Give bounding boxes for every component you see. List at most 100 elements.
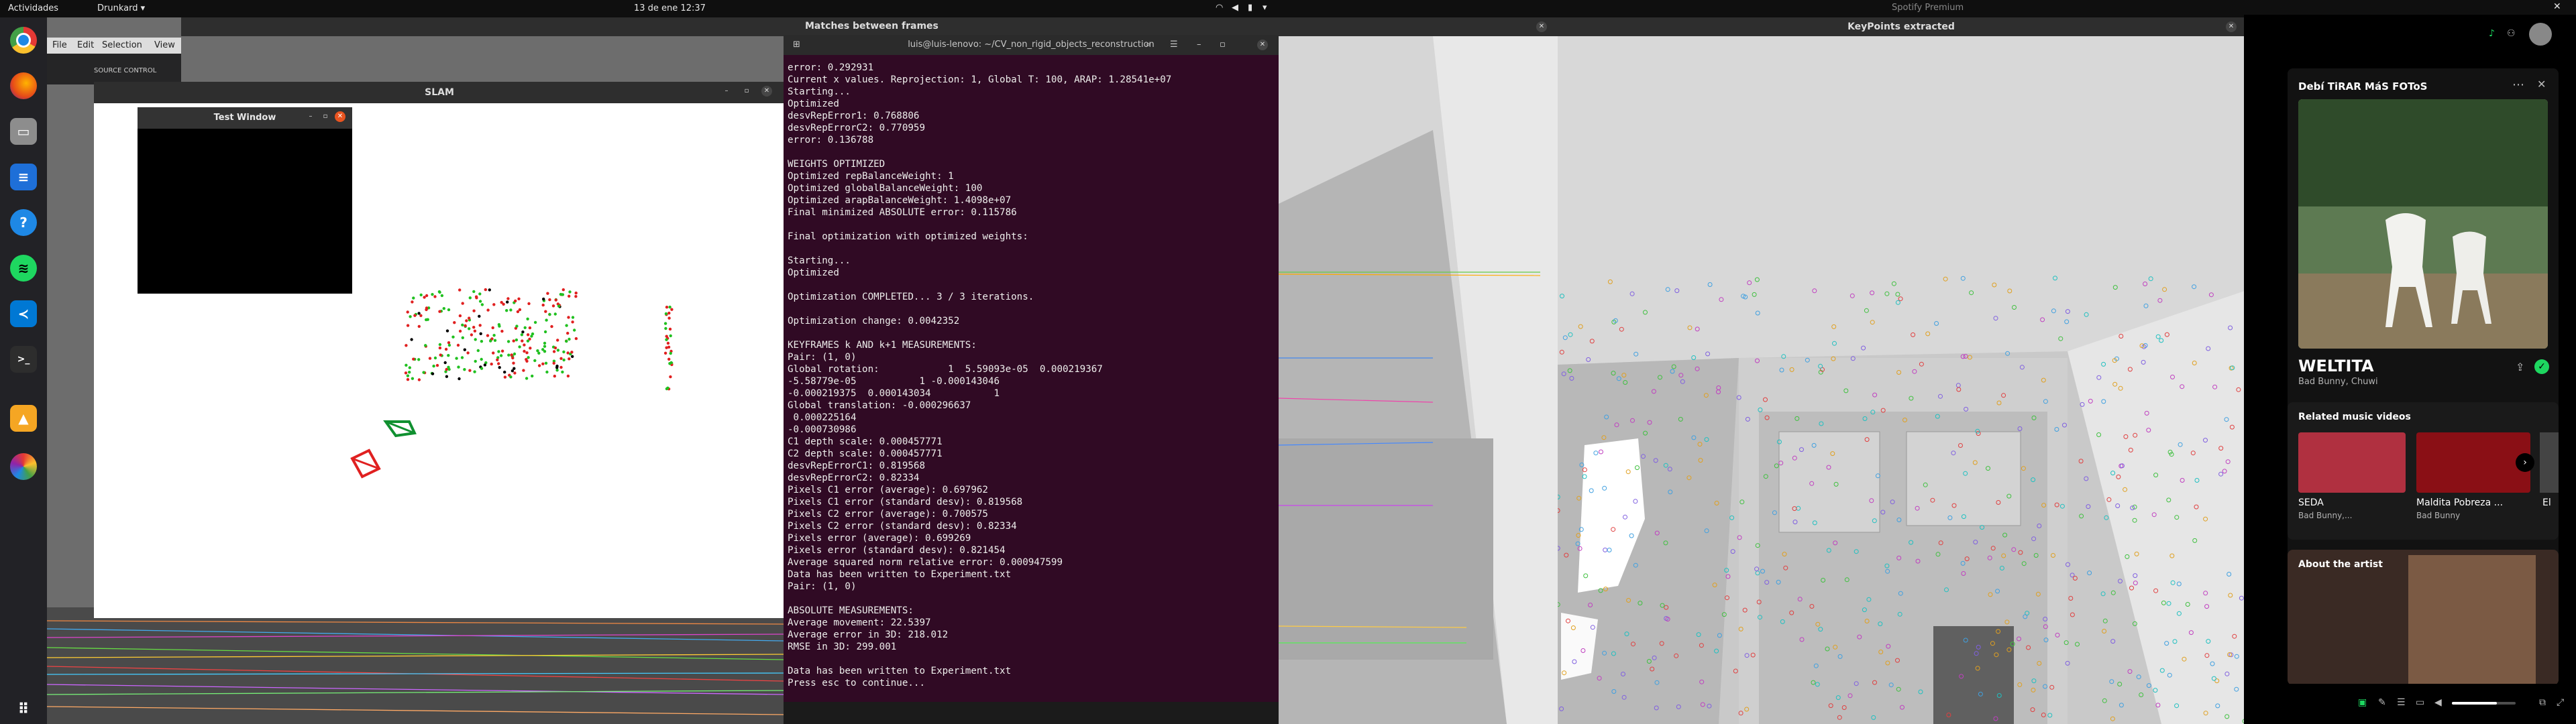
menu-view[interactable]: View — [154, 40, 175, 50]
point-cloud-point — [663, 351, 667, 355]
terminal-window[interactable]: ⊞ luis@luis-lenovo: ~/CV_non_rigid_objec… — [784, 35, 1279, 702]
close-icon[interactable]: ✕ — [1536, 21, 1547, 32]
video-artist-2: Bad Bunny — [2416, 511, 2461, 520]
activities-button[interactable]: Actividades — [8, 3, 58, 13]
chevron-down-icon[interactable]: ▾ — [1263, 3, 1267, 13]
point-cloud-point — [463, 368, 466, 371]
chevron-right-icon[interactable]: › — [2516, 453, 2534, 472]
terminal-line: Pixels error (average): 0.699269 — [788, 533, 971, 544]
video-title-3[interactable]: El — [2542, 497, 2551, 508]
writer-icon[interactable]: ≡ — [10, 164, 37, 190]
minimize-icon[interactable]: – — [1197, 35, 1201, 55]
playlist-name[interactable]: Debí TiRAR MáS FOToS — [2298, 80, 2427, 93]
matches-image-right — [1279, 36, 1558, 724]
point-cloud-point — [554, 298, 557, 302]
share-icon[interactable]: ⇪ — [2516, 361, 2524, 373]
avatar[interactable] — [2529, 23, 2552, 46]
terminal-output[interactable]: error: 0.292931 Current x values. Reproje… — [788, 62, 1276, 689]
slam-titlebar: SLAM – ▫ ✕ — [94, 82, 785, 103]
close-icon[interactable]: ✕ — [2226, 21, 2237, 32]
terminal-line: Starting... — [788, 255, 851, 266]
video-thumb-3[interactable] — [2540, 432, 2559, 493]
video-title-1[interactable]: SEDA — [2298, 497, 2324, 508]
vscode-icon[interactable]: ≺ — [10, 300, 37, 327]
wifi-icon[interactable]: ◠ — [1216, 3, 1223, 13]
point-cloud-point — [566, 374, 570, 378]
terminal-icon[interactable]: >_ — [10, 346, 37, 373]
maximize-icon[interactable]: ▫ — [320, 111, 331, 122]
app-menu-label: Drunkard — [97, 3, 138, 13]
point-cloud-point — [451, 335, 455, 339]
point-cloud-point — [521, 330, 525, 334]
menu-file[interactable]: File — [52, 40, 67, 50]
maximize-icon[interactable]: ▫ — [741, 86, 752, 97]
apps-grid-icon[interactable]: ⠿ — [10, 696, 37, 723]
point-cloud-point — [445, 375, 449, 378]
connect-device-icon[interactable]: ▭ — [2416, 697, 2424, 708]
search-icon[interactable]: ⌕ — [1146, 35, 1150, 55]
more-options-icon[interactable]: ⋯ — [2512, 78, 2524, 92]
battery-icon[interactable]: ▮ — [1248, 3, 1252, 13]
saved-check-icon[interactable]: ✓ — [2534, 359, 2549, 374]
song-title[interactable]: WELTITA — [2298, 357, 2374, 375]
album-art — [2298, 99, 2548, 349]
point-cloud-point — [668, 305, 672, 309]
firefox-icon[interactable] — [10, 72, 37, 99]
miniplayer-icon[interactable]: ⧉ — [2539, 697, 2546, 708]
close-icon[interactable]: ✕ — [761, 86, 772, 97]
chrome-icon[interactable] — [10, 27, 37, 54]
point-cloud-point — [533, 359, 537, 363]
point-cloud-point — [570, 351, 574, 354]
video-artist-1: Bad Bunny,... — [2298, 511, 2353, 520]
about-artist-section: About the artist — [2288, 550, 2559, 685]
queue-icon[interactable]: ☰ — [2397, 697, 2406, 708]
app-menu[interactable]: Drunkard ▾ — [97, 3, 145, 13]
terminal-line: Starting... — [788, 86, 851, 97]
point-cloud-point — [417, 312, 421, 315]
point-cloud-point — [537, 364, 541, 367]
clock[interactable]: 13 de ene 12:37 — [634, 3, 706, 13]
color-picker-icon[interactable] — [10, 453, 37, 480]
point-cloud-point — [548, 312, 551, 316]
album-art-image — [2298, 99, 2548, 349]
fullscreen-icon[interactable]: ⤢ — [2557, 697, 2564, 708]
hamburger-menu-icon[interactable]: ☰ — [1170, 35, 1178, 55]
help-icon[interactable]: ? — [10, 209, 37, 236]
point-cloud-point — [500, 349, 504, 353]
close-icon[interactable]: ✕ — [2537, 78, 2546, 90]
point-cloud-point — [413, 314, 417, 317]
now-playing-view-icon[interactable]: ▣ — [2358, 697, 2367, 708]
point-cloud-point — [470, 333, 474, 337]
files-icon[interactable]: ▭ — [10, 118, 37, 145]
video-title-2[interactable]: Maldita Pobreza ... — [2416, 497, 2503, 508]
point-cloud-point — [486, 334, 490, 337]
point-cloud-point — [669, 375, 672, 379]
maximize-icon[interactable]: ▫ — [1220, 35, 1226, 55]
spotify-icon[interactable]: ≋ — [10, 255, 37, 282]
close-icon[interactable]: ✕ — [2553, 1, 2561, 12]
menu-selection[interactable]: Selection — [102, 40, 142, 50]
volume-icon[interactable]: ◀ — [2434, 697, 2442, 708]
song-artists[interactable]: Bad Bunny, Chuwi — [2298, 377, 2378, 387]
lyrics-icon[interactable]: ✎ — [2378, 697, 2386, 708]
terminal-line: RMSE in 3D: 299.001 — [788, 642, 897, 652]
close-icon[interactable]: ✕ — [1257, 40, 1268, 50]
point-cloud-point — [553, 312, 557, 316]
friends-icon[interactable]: ⚇ — [2507, 28, 2516, 39]
point-cloud-point — [670, 308, 674, 311]
menu-edit[interactable]: Edit — [77, 40, 94, 50]
point-cloud-point — [431, 372, 435, 375]
vlc-icon[interactable]: ▲ — [10, 405, 37, 432]
video-thumb-1[interactable] — [2298, 432, 2406, 493]
close-icon[interactable]: ✕ — [335, 111, 345, 122]
new-tab-icon[interactable]: ⊞ — [793, 35, 800, 55]
related-heading: Related music videos — [2298, 412, 2411, 422]
minimize-icon[interactable]: – — [721, 86, 732, 97]
bell-icon[interactable]: ♪ — [2489, 28, 2495, 39]
point-cloud-point — [442, 307, 445, 310]
volume-slider[interactable] — [2452, 702, 2516, 705]
video-thumb-2[interactable] — [2416, 432, 2530, 493]
minimize-icon[interactable]: – — [305, 111, 316, 122]
volume-icon[interactable]: ◀ — [1232, 3, 1238, 13]
